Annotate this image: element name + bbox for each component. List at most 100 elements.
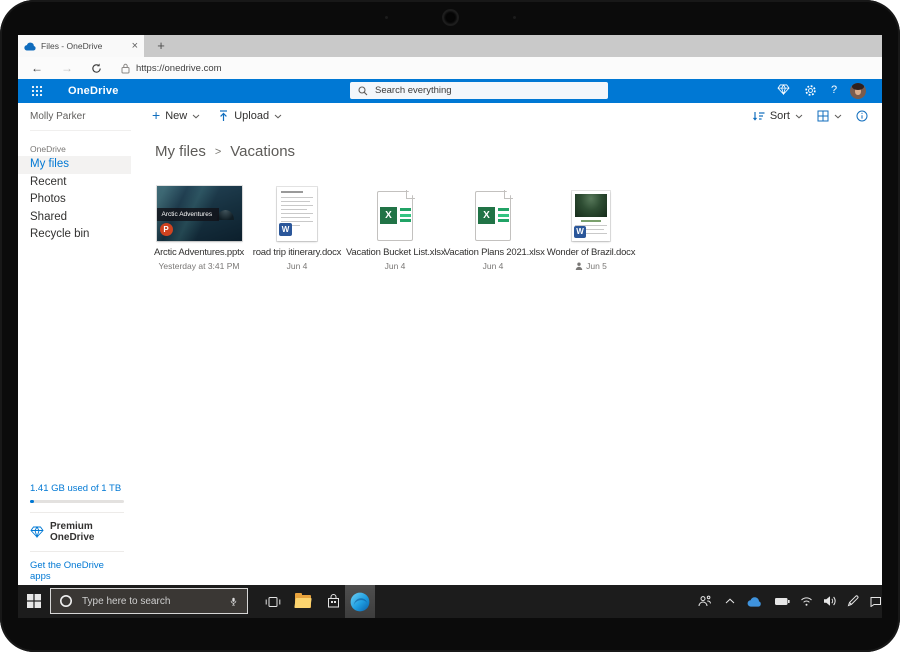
page-body: Molly Parker OneDrive My files Recent Ph… [18, 103, 882, 585]
upload-icon [218, 110, 229, 122]
thumbnail-title: Arctic Adventures [162, 211, 213, 218]
premium-onedrive-row[interactable]: Premium OneDrive [30, 513, 124, 551]
info-icon[interactable] [856, 110, 868, 122]
file-name[interactable]: Wonder of Brazil.docx [542, 247, 640, 258]
search-box[interactable] [350, 82, 608, 99]
chevron-down-icon [274, 114, 282, 119]
tab-title: Files - OneDrive [41, 41, 128, 51]
file-date: Jun 5 [542, 261, 640, 271]
pptx-thumbnail: Arctic Adventures P [157, 186, 242, 241]
battery-icon[interactable] [775, 597, 790, 606]
onedrive-tray-cloud-icon[interactable] [747, 597, 762, 607]
file-card-vacation-plans-2021[interactable]: X Vacation Plans 2021.xlsx Jun 4 [444, 184, 542, 271]
storage-progress-bar [30, 500, 124, 503]
taskbar-search-box[interactable]: Type here to search [50, 588, 248, 614]
file-name[interactable]: Vacation Bucket List.xlsx [346, 247, 444, 258]
thumbnail-title-band: Arctic Adventures [157, 208, 219, 221]
bezel-sensor-dot [513, 16, 516, 19]
settings-gear-icon[interactable] [804, 84, 817, 97]
premium-diamond-icon[interactable] [777, 84, 790, 95]
file-name[interactable]: Arctic Adventures.pptx [150, 247, 248, 258]
sidebar-section-label: OneDrive [30, 144, 66, 154]
get-apps-link[interactable]: Get the OneDrive apps [30, 552, 124, 582]
new-button[interactable]: + New [152, 110, 200, 122]
view-toggle-button[interactable] [817, 110, 842, 122]
file-date: Yesterday at 3:41 PM [150, 261, 248, 271]
grid-view-icon [817, 110, 829, 122]
new-label: New [165, 110, 187, 122]
edge-browser-button[interactable] [345, 585, 375, 618]
app-title[interactable]: OneDrive [68, 85, 119, 97]
cortana-icon [59, 594, 73, 608]
forward-icon: → [52, 62, 82, 74]
file-grid: Arctic Adventures P Arctic Adventures.pp… [150, 184, 640, 271]
chevron-up-icon[interactable] [725, 598, 735, 604]
upload-button[interactable]: Upload [218, 110, 282, 122]
windows-taskbar: Type here to search [18, 585, 882, 618]
action-center-icon[interactable] [869, 595, 882, 607]
refresh-icon[interactable] [82, 63, 111, 74]
word-icon: W [574, 226, 586, 238]
diamond-icon [30, 526, 44, 538]
chevron-down-icon [192, 114, 200, 119]
file-name[interactable]: road trip itinerary.docx [248, 247, 346, 258]
storage-usage-link[interactable]: 1.41 GB used of 1 TB [30, 483, 124, 500]
plus-icon: + [152, 108, 160, 122]
search-icon [358, 86, 368, 96]
thumbnail-dome-shape [217, 210, 234, 220]
file-card-road-trip-itinerary[interactable]: W road trip itinerary.docx Jun 4 [248, 184, 346, 271]
user-avatar[interactable] [850, 83, 866, 99]
file-card-wonder-of-brazil[interactable]: W Wonder of Brazil.docx Jun 5 [542, 184, 640, 271]
file-date: Jun 4 [346, 261, 444, 271]
tablet-device-frame: Files - OneDrive × + ← → https://onedriv… [0, 0, 900, 652]
file-name[interactable]: Vacation Plans 2021.xlsx [444, 247, 542, 258]
breadcrumb-my-files[interactable]: My files [155, 143, 206, 160]
network-icon[interactable] [800, 595, 813, 607]
sidebar-footer: 1.41 GB used of 1 TB Premium OneDrive Ge… [30, 483, 124, 582]
search-input[interactable] [375, 85, 575, 96]
main-content: + New Upload [131, 103, 882, 585]
sidebar-item-my-files[interactable]: My files [18, 156, 131, 174]
sidebar-item-recent[interactable]: Recent [18, 174, 131, 192]
microphone-icon[interactable] [229, 595, 238, 608]
task-view-button[interactable] [258, 585, 288, 618]
command-bar: + New Upload [131, 103, 882, 129]
file-explorer-button[interactable] [288, 585, 318, 618]
file-card-arctic-adventures[interactable]: Arctic Adventures P Arctic Adventures.pp… [150, 184, 248, 271]
new-tab-button[interactable]: + [151, 35, 171, 57]
tab-close-icon[interactable]: × [132, 40, 138, 52]
chevron-down-icon [834, 114, 842, 119]
excel-sheet-rows [498, 208, 509, 225]
browser-tab[interactable]: Files - OneDrive × [18, 35, 144, 57]
front-camera [444, 11, 457, 24]
docx-thumbnail: W [277, 187, 317, 241]
thumbnail-photo [575, 194, 607, 217]
people-icon[interactable] [698, 595, 711, 607]
excel-icon: X [478, 207, 495, 224]
url-text[interactable]: https://onedrive.com [136, 63, 222, 74]
folder-icon [295, 595, 311, 608]
sidebar-user-name: Molly Parker [30, 111, 86, 122]
back-icon[interactable]: ← [22, 62, 52, 74]
bezel-sensor-dot [385, 16, 388, 19]
xlsx-file-icon: X [373, 191, 417, 241]
xlsx-file-icon: X [471, 191, 515, 241]
app-launcher-waffle-icon[interactable] [31, 85, 43, 97]
sidebar-nav: My files Recent Photos Shared Recycle bi… [18, 156, 131, 244]
sidebar-item-shared[interactable]: Shared [18, 209, 131, 227]
lock-icon[interactable] [121, 63, 130, 74]
powerpoint-icon: P [160, 223, 173, 236]
sidebar-item-recycle-bin[interactable]: Recycle bin [18, 226, 131, 244]
sidebar-item-photos[interactable]: Photos [18, 191, 131, 209]
volume-icon[interactable] [823, 595, 837, 607]
onedrive-header: OneDrive ? [18, 79, 882, 103]
screen: Files - OneDrive × + ← → https://onedriv… [18, 35, 882, 618]
sort-button[interactable]: Sort [752, 110, 803, 122]
browser-address-bar: ← → https://onedrive.com [18, 57, 882, 79]
file-card-vacation-bucket-list[interactable]: X Vacation Bucket List.xlsx Jun 4 [346, 184, 444, 271]
file-date: Jun 4 [444, 261, 542, 271]
windows-start-button[interactable] [27, 594, 41, 608]
help-icon[interactable]: ? [831, 84, 837, 96]
microsoft-store-button[interactable] [318, 585, 348, 618]
pen-icon[interactable] [847, 595, 859, 607]
